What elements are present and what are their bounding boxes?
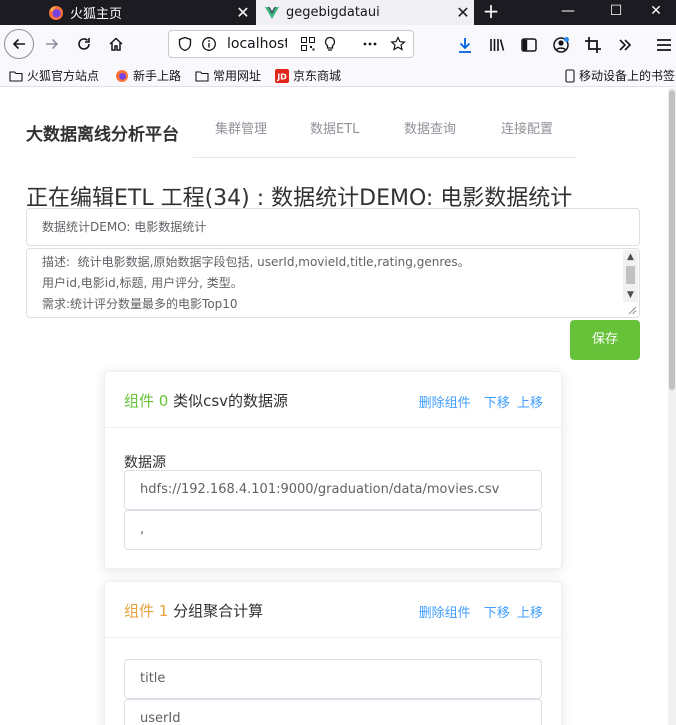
tab-title: gegebigdataui: [286, 5, 380, 20]
component-title: 组件 0 类似csv的数据源: [124, 390, 288, 411]
move-up-button[interactable]: 上移: [517, 396, 543, 411]
overflow-chevron-icon[interactable]: [615, 35, 635, 55]
hamburger-menu-icon[interactable]: [654, 35, 674, 55]
minimize-button[interactable]: —: [548, 0, 588, 25]
nav-cluster-management[interactable]: 集群管理: [215, 118, 267, 137]
datasource-path-input[interactable]: hdfs://192.168.4.101:9000/graduation/dat…: [124, 470, 542, 510]
group-field-input[interactable]: title: [124, 659, 542, 699]
firefox-icon: [49, 5, 63, 20]
info-icon[interactable]: [201, 36, 217, 52]
scroll-thumb[interactable]: [626, 266, 635, 284]
mobile-phone-icon: [565, 68, 575, 83]
home-icon: [109, 37, 123, 51]
bookmark-label: 京东商城: [293, 69, 342, 83]
reload-button[interactable]: [70, 30, 98, 58]
bookmark-mobile[interactable]: 移动设备上的书签: [565, 67, 675, 84]
close-icon[interactable]: ✕: [452, 4, 474, 21]
more-icon[interactable]: [362, 36, 378, 52]
delete-component-button[interactable]: 删除组件: [419, 606, 471, 621]
component-title: 组件 1 分组聚合计算: [124, 600, 263, 621]
window-close-button[interactable]: ✕: [636, 0, 676, 25]
page-scroll-thumb[interactable]: [669, 90, 675, 390]
component-actions: 删除组件 下移 上移: [419, 392, 543, 411]
forward-button[interactable]: [38, 30, 66, 58]
bookmark-label: 移动设备上的书签: [579, 69, 676, 83]
nav-data-etl[interactable]: 数据ETL: [310, 118, 359, 137]
move-down-button[interactable]: 下移: [484, 396, 510, 411]
page-scrollbar[interactable]: [668, 88, 676, 725]
scroll-up-icon[interactable]: ▲: [623, 250, 638, 264]
vue-icon: [265, 6, 279, 19]
arrow-left-icon: [12, 38, 25, 50]
page-viewport: 大数据离线分析平台 集群管理 数据ETL 数据查询 连接配置 正在编辑ETL 工…: [0, 88, 668, 725]
maximize-button[interactable]: ☐: [596, 0, 636, 25]
account-icon[interactable]: [551, 35, 571, 55]
folder-icon: [195, 70, 209, 82]
shield-icon[interactable]: [177, 36, 193, 52]
qr-code-icon[interactable]: [300, 36, 316, 52]
bookmark-label: 常用网址: [213, 69, 262, 83]
bookmark-label: 火狐官方站点: [27, 69, 100, 83]
jd-icon: JD: [275, 68, 289, 83]
nav-data-query[interactable]: 数据查询: [404, 118, 456, 137]
field-label: 数据源: [124, 455, 166, 471]
bookmark-getting-started[interactable]: 新手上路: [115, 67, 181, 84]
component-card: 组件 0 类似csv的数据源 删除组件 下移 上移 数据源 hdfs://192…: [104, 371, 562, 569]
tab-gegebigdataui[interactable]: gegebigdataui ✕: [256, 0, 474, 25]
component-actions: 删除组件 下移 上移: [419, 602, 543, 621]
crop-icon[interactable]: [583, 35, 603, 55]
bookmark-jd[interactable]: JD 京东商城: [275, 67, 341, 84]
app-brand[interactable]: 大数据离线分析平台: [26, 120, 179, 145]
folder-icon: [9, 70, 23, 82]
delimiter-input[interactable]: ,: [124, 510, 542, 550]
close-icon[interactable]: ✕: [232, 4, 254, 21]
move-down-button[interactable]: 下移: [484, 606, 510, 621]
textarea-scrollbar[interactable]: ▲ ▼: [623, 250, 638, 302]
component-header: 组件 1 分组聚合计算 删除组件 下移 上移: [105, 582, 561, 638]
nav-connection-config[interactable]: 连接配置: [501, 118, 553, 137]
back-button[interactable]: [4, 29, 34, 59]
navigation-toolbar: localhost: [0, 25, 676, 63]
bookmarks-toolbar: 火狐官方站点 新手上路 常用网址 JD 京东商城 移动设备上的书签: [0, 63, 676, 87]
group-field-input[interactable]: userId: [124, 699, 542, 725]
save-button[interactable]: 保存: [570, 320, 640, 360]
delete-component-button[interactable]: 删除组件: [419, 396, 471, 411]
library-icon[interactable]: [487, 35, 507, 55]
arrow-right-icon: [46, 38, 59, 50]
url-text[interactable]: localhost: [227, 36, 287, 52]
description-textarea[interactable]: 描述: 统计电影数据,原始数据字段包括, userId,movieId,titl…: [26, 248, 640, 318]
reload-icon: [78, 38, 90, 50]
tab-strip: 火狐主页 ✕ gegebigdataui ✕ + — ☐ ✕: [0, 0, 676, 25]
resize-handle-icon[interactable]: [628, 306, 637, 315]
address-bar[interactable]: localhost: [168, 30, 414, 58]
component-header: 组件 0 类似csv的数据源 删除组件 下移 上移: [105, 372, 561, 428]
tab-firefox-home[interactable]: 火狐主页 ✕: [40, 0, 254, 25]
lightbulb-icon[interactable]: [322, 36, 338, 52]
home-button[interactable]: [102, 30, 130, 58]
scroll-down-icon[interactable]: ▼: [623, 288, 638, 302]
firefox-icon: [116, 69, 128, 82]
bookmark-firefox-official[interactable]: 火狐官方站点: [9, 67, 99, 84]
move-up-button[interactable]: 上移: [517, 606, 543, 621]
description-text: 描述: 统计电影数据,原始数据字段包括, userId,movieId,titl…: [42, 255, 470, 311]
new-tab-button[interactable]: +: [481, 0, 501, 25]
component-card: 组件 1 分组聚合计算 删除组件 下移 上移 title userId: [104, 581, 562, 725]
component-type: 类似csv的数据源: [173, 392, 289, 410]
star-icon[interactable]: [390, 36, 406, 52]
bookmark-label: 新手上路: [133, 69, 182, 83]
top-nav: 集群管理 数据ETL 数据查询 连接配置: [193, 88, 576, 158]
sidebar-icon[interactable]: [519, 35, 539, 55]
project-name-input[interactable]: 数据统计DEMO: 电影数据统计: [26, 208, 640, 246]
component-type: 分组聚合计算: [173, 602, 264, 620]
bookmark-common-sites[interactable]: 常用网址: [195, 67, 261, 84]
component-index: 组件 0: [124, 392, 169, 410]
tab-title: 火狐主页: [70, 7, 123, 22]
download-icon[interactable]: [455, 35, 475, 55]
svg-text:JD: JD: [276, 72, 287, 81]
component-index: 组件 1: [124, 602, 169, 620]
